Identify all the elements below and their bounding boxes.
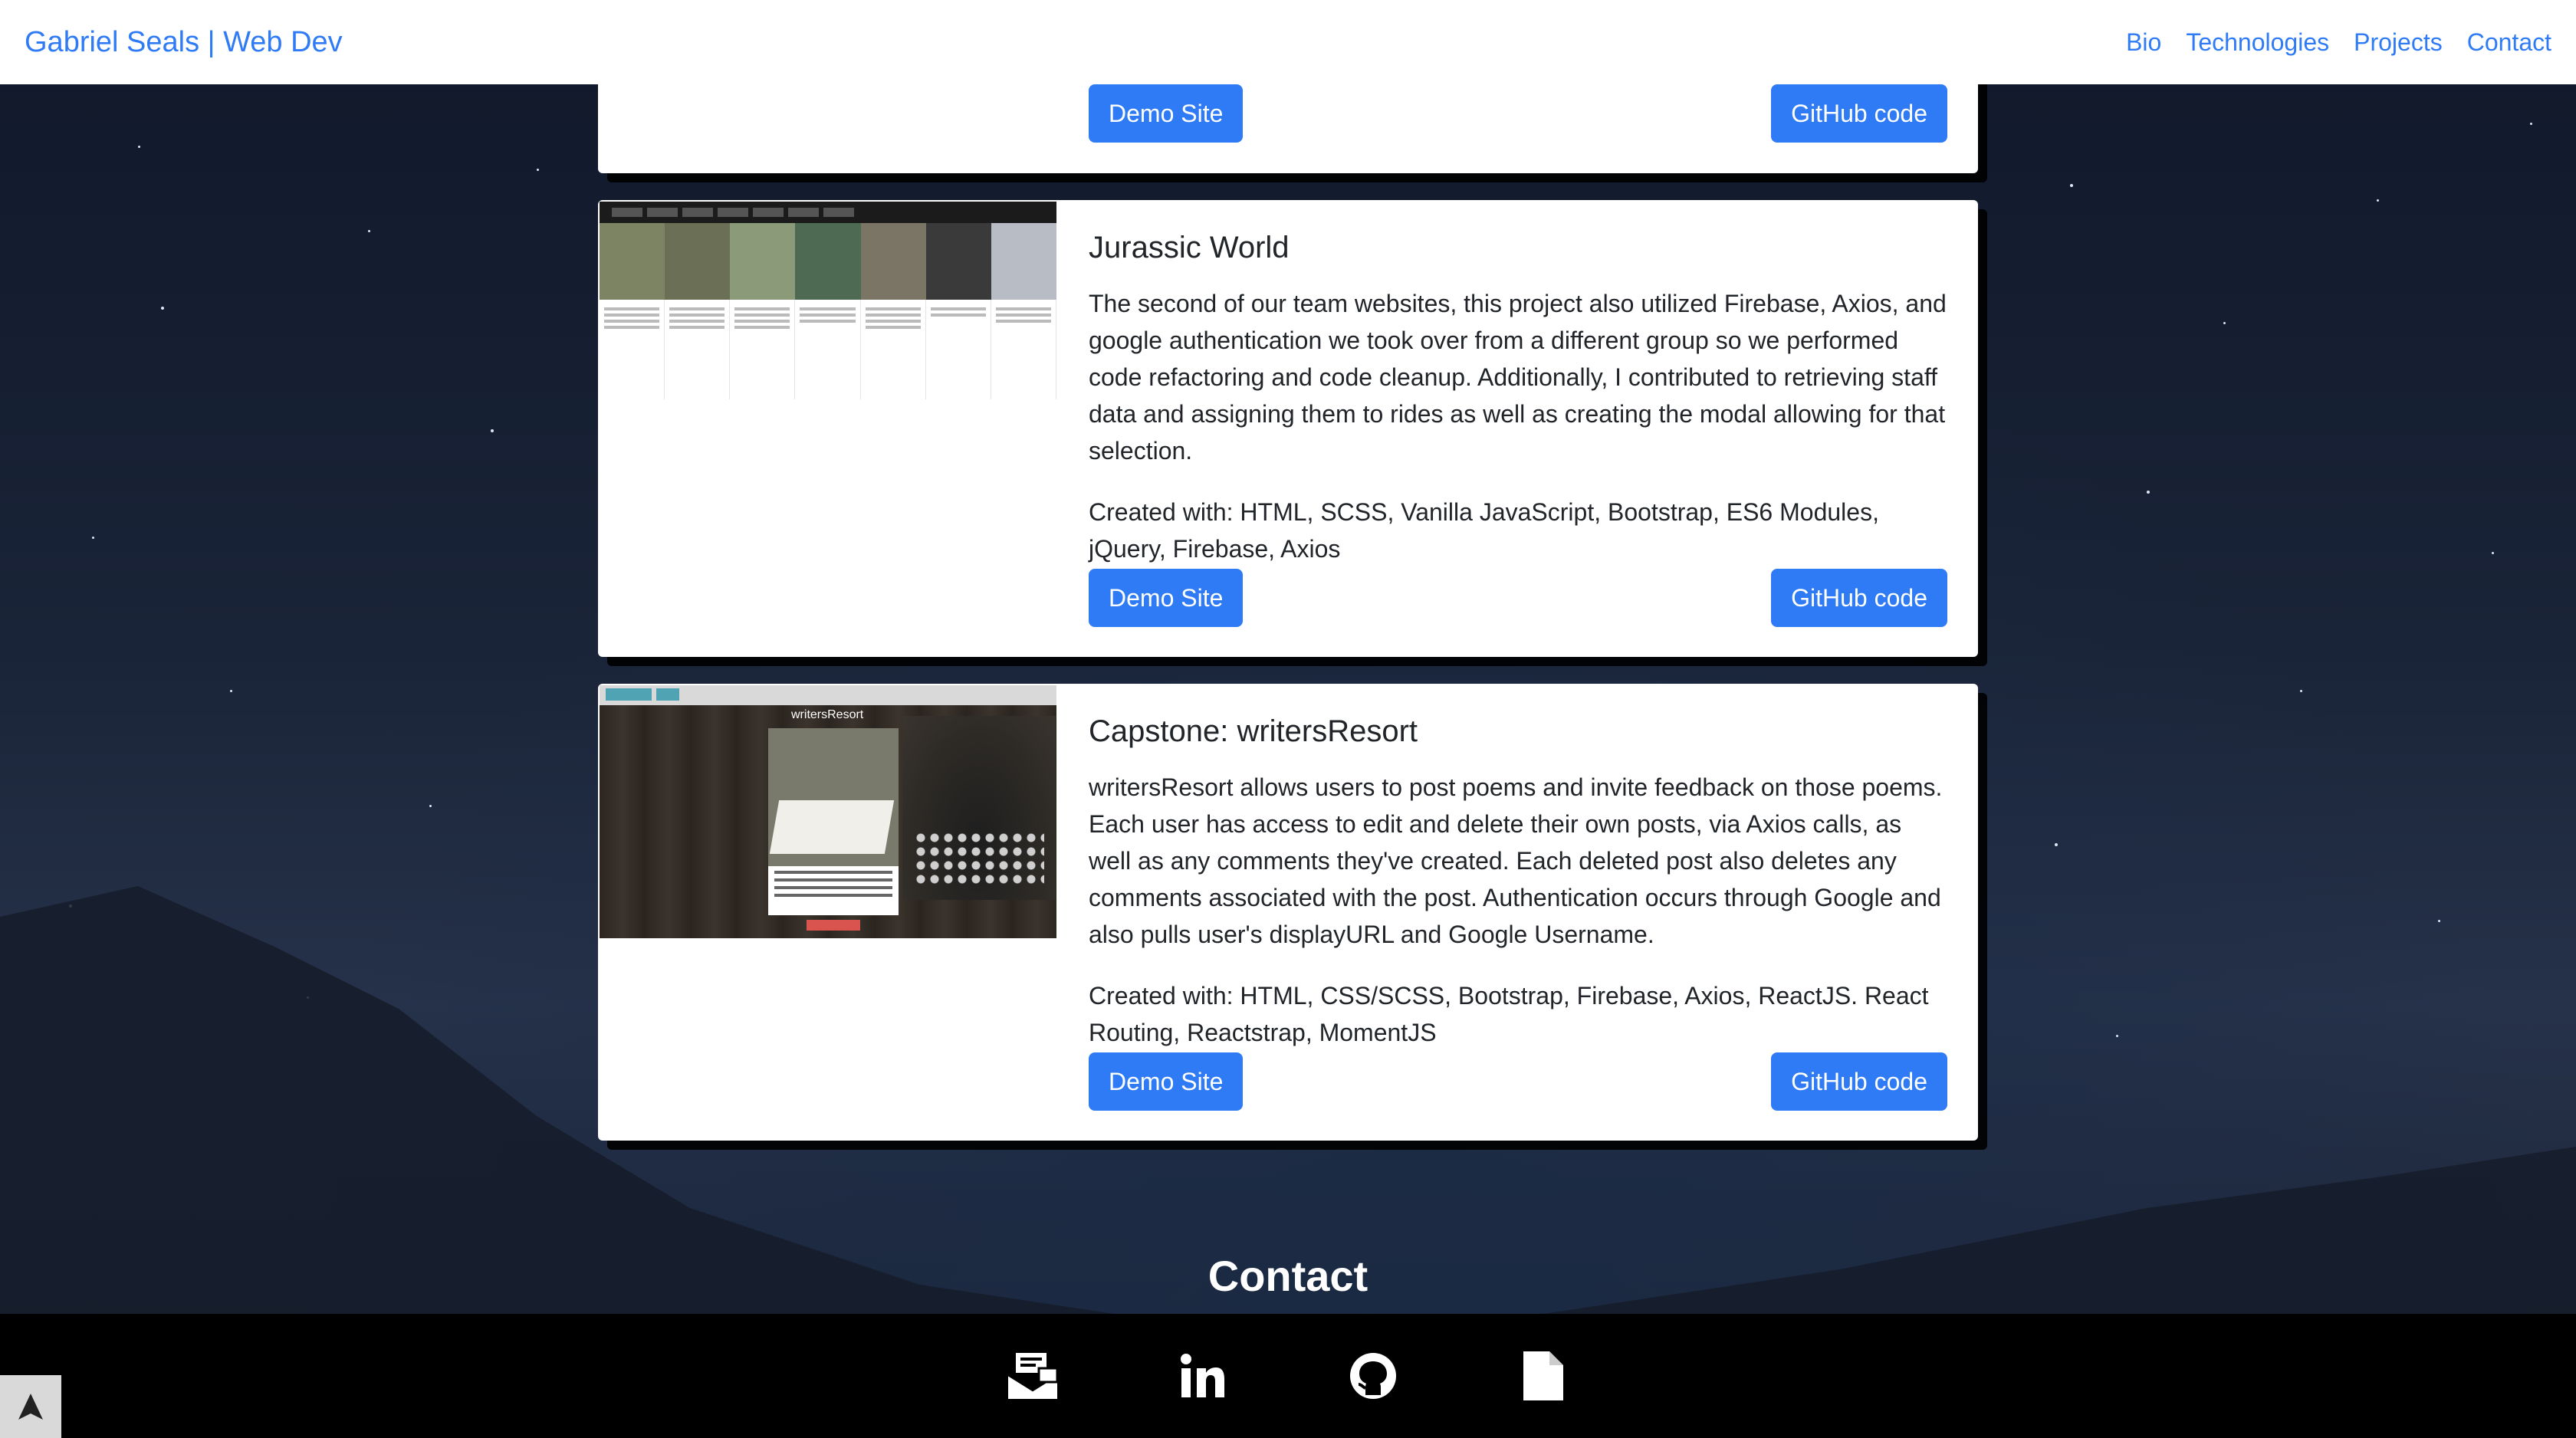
github-code-button[interactable]: GitHub code: [1771, 1052, 1947, 1111]
nav-link-contact[interactable]: Contact: [2467, 28, 2551, 57]
demo-site-button[interactable]: Demo Site: [1089, 84, 1244, 143]
project-technologies: Created with: HTML, SCSS, Vanilla JavaSc…: [1089, 498, 1879, 563]
nav-link-bio[interactable]: Bio: [2126, 28, 2161, 57]
scroll-to-top-button[interactable]: [0, 1375, 61, 1438]
linkedin-icon[interactable]: [1175, 1348, 1230, 1404]
project-screenshot-writers-resort: writersResort: [598, 684, 1058, 1141]
nav-link-technologies[interactable]: Technologies: [2186, 28, 2329, 57]
contact-heading: Contact: [1208, 1252, 1368, 1300]
github-icon[interactable]: [1346, 1348, 1401, 1404]
project-card-jurassic-world: Jurassic World The second of our team we…: [598, 200, 1978, 657]
project-card-writers-resort: writersResort Capstone: writersResort wr…: [598, 684, 1978, 1141]
arrow-up-icon: [18, 1394, 43, 1420]
top-navbar: Gabriel Seals | Web Dev Bio Technologies…: [0, 0, 2576, 84]
thumbnail-title: writersResort: [791, 708, 864, 721]
project-title: Jurassic World: [1089, 231, 1290, 264]
project-screenshot-jurassic-world: [598, 200, 1058, 657]
github-code-button[interactable]: GitHub code: [1771, 84, 1947, 143]
project-technologies: Created with: HTML, CSS/SCSS, Bootstrap,…: [1089, 982, 1929, 1046]
email-icon[interactable]: [1005, 1348, 1060, 1404]
nav-links: Bio Technologies Projects Contact: [2126, 28, 2551, 57]
brand-link[interactable]: Gabriel Seals | Web Dev: [25, 26, 343, 59]
project-title: Capstone: writersResort: [1089, 714, 1418, 748]
project-card-body: Capstone: writersResort writersResort al…: [1058, 684, 1978, 1141]
demo-site-button[interactable]: Demo Site: [1089, 1052, 1244, 1111]
nav-link-projects[interactable]: Projects: [2354, 28, 2443, 57]
project-description: writersResort allows users to post poems…: [1089, 773, 1943, 948]
contact-footer: [0, 1314, 2576, 1438]
project-card-body: Jurassic World The second of our team we…: [1058, 200, 1978, 657]
demo-site-button[interactable]: Demo Site: [1089, 569, 1244, 627]
project-description: The second of our team websites, this pr…: [1089, 290, 1947, 465]
github-code-button[interactable]: GitHub code: [1771, 569, 1947, 627]
resume-icon[interactable]: [1516, 1348, 1571, 1404]
